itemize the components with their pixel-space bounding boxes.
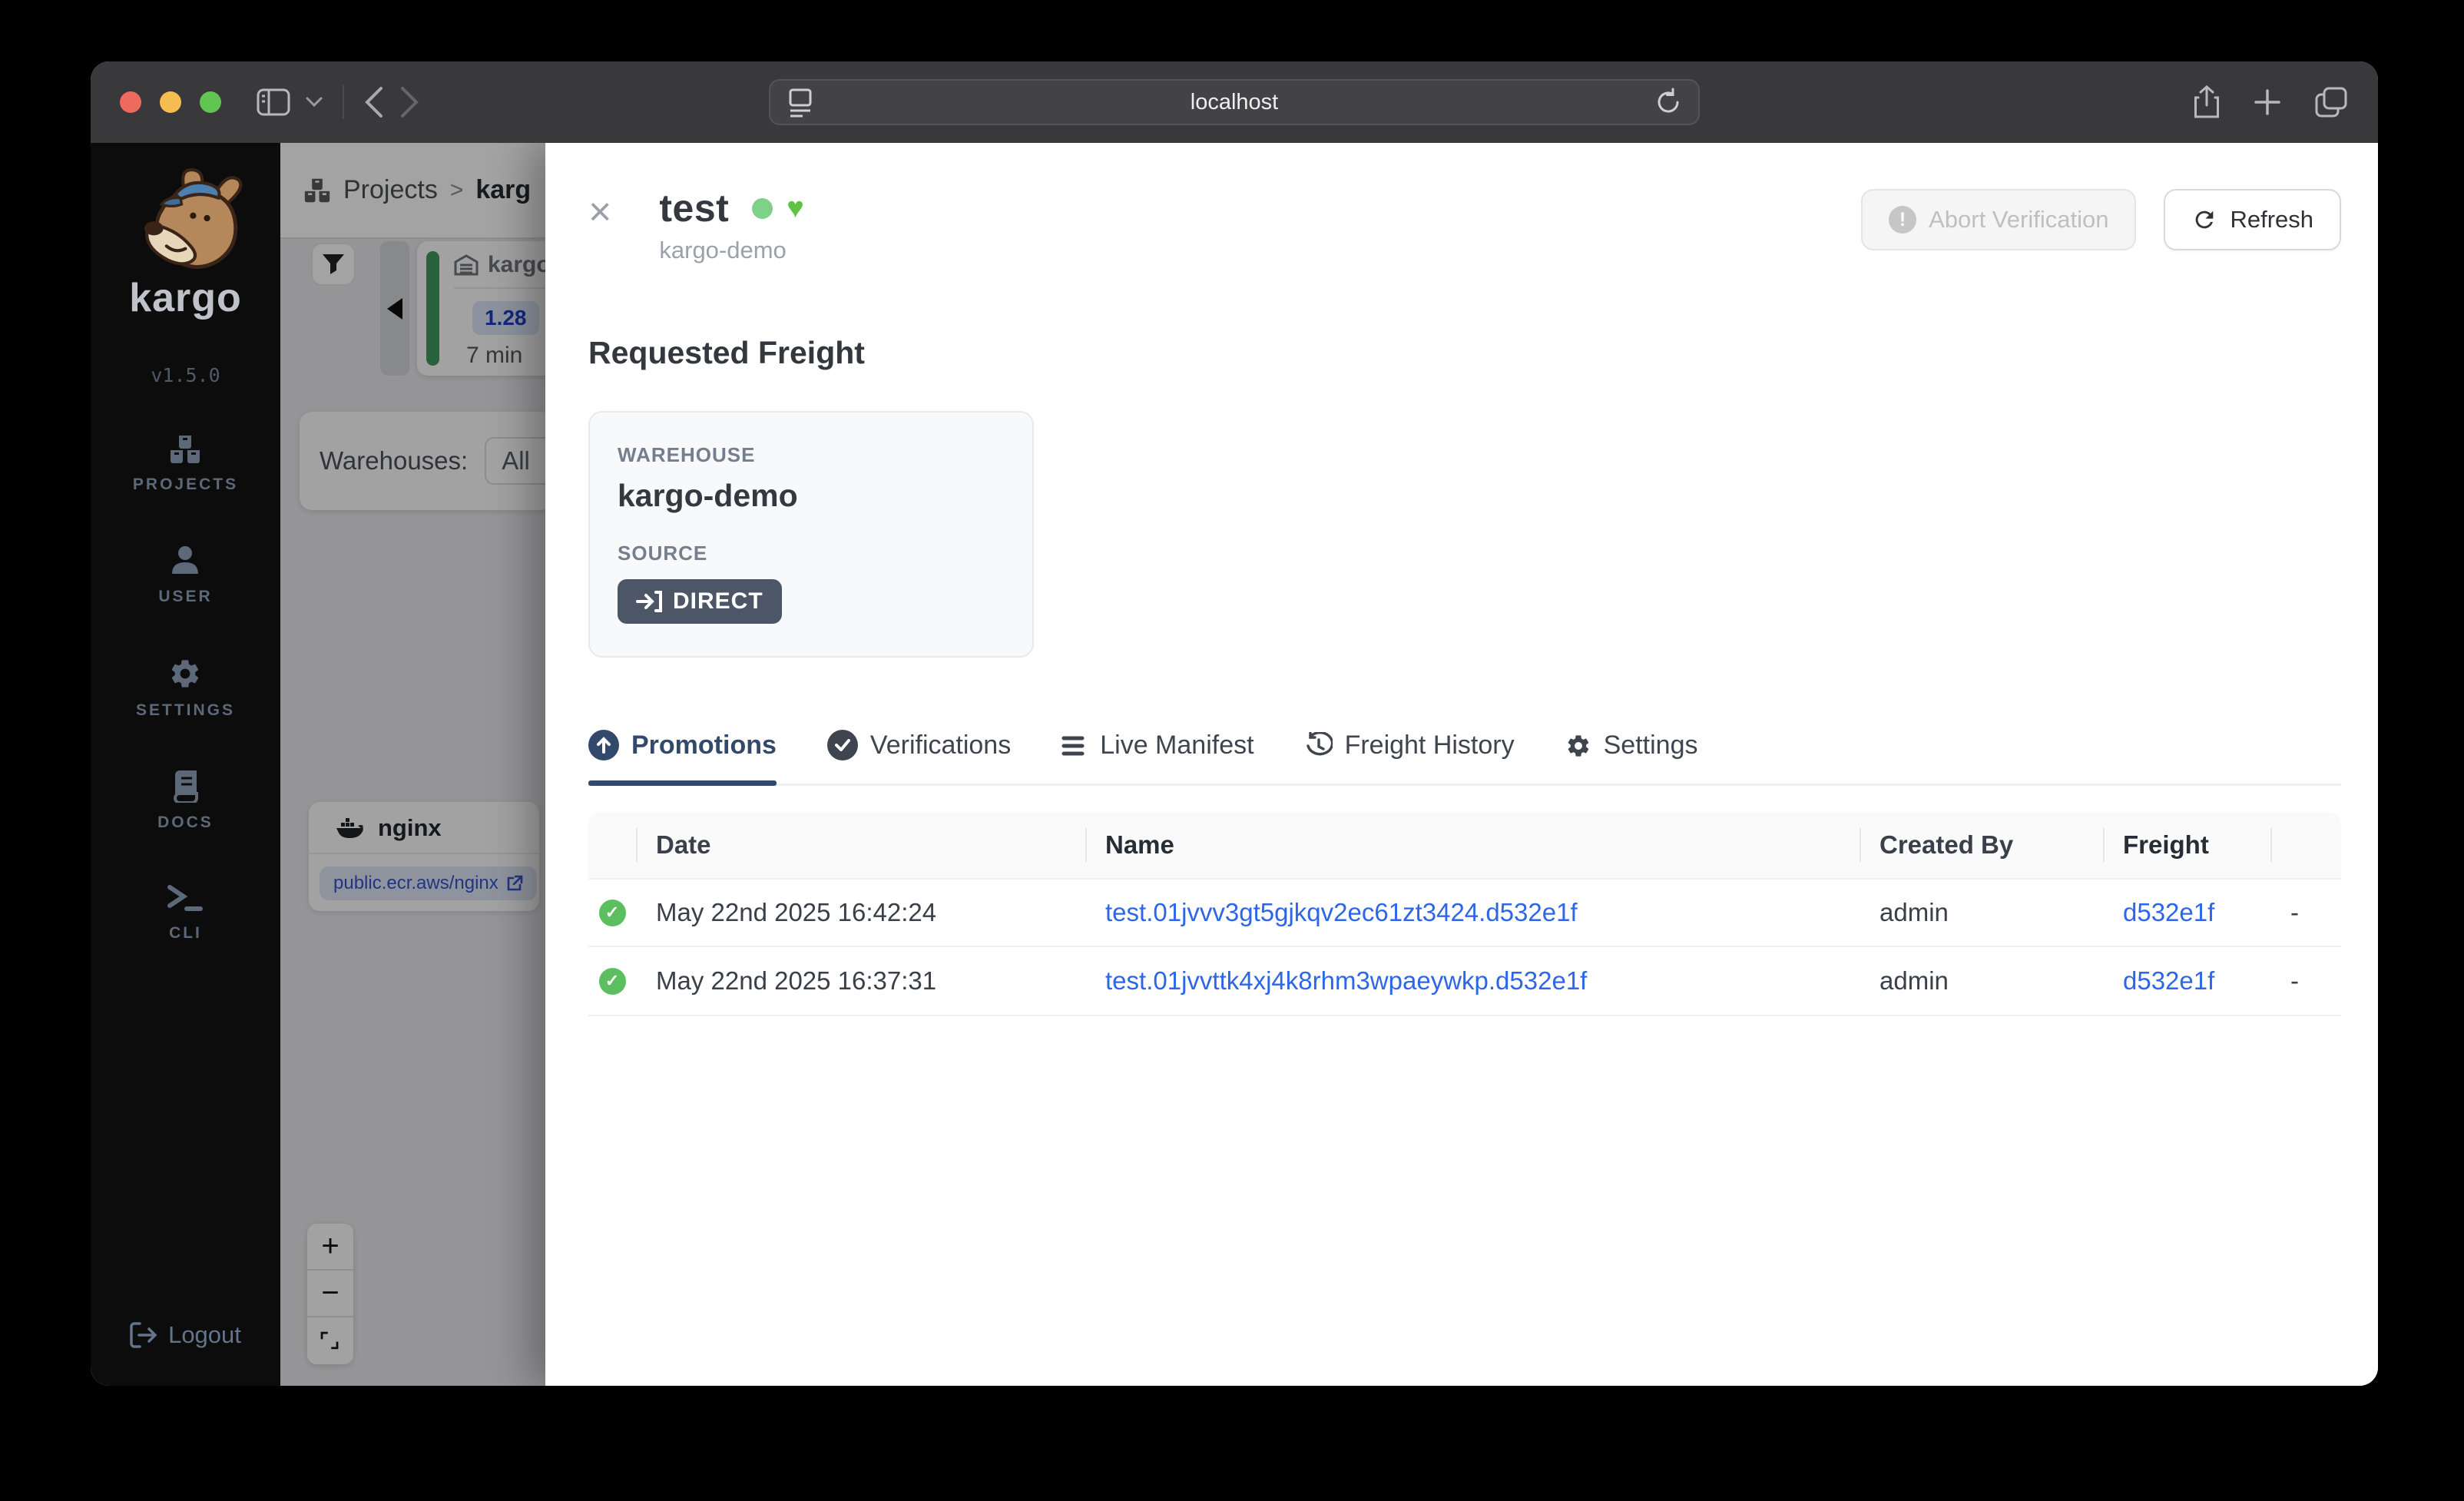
url-text: localhost — [813, 90, 1655, 115]
stage-details-drawer: × test ♥ kargo-demo ! Abort Verification — [545, 143, 2378, 1386]
tab-freight-history[interactable]: Freight History — [1305, 731, 1515, 784]
sidebar-item-settings[interactable]: SETTINGS — [136, 657, 235, 720]
refresh-label: Refresh — [2230, 206, 2313, 234]
sidebar-item-cli[interactable]: CLI — [167, 883, 204, 943]
requested-freight-heading: Requested Freight — [588, 335, 2341, 371]
gear-icon — [1565, 733, 1591, 759]
minimize-window-button[interactable] — [160, 91, 181, 113]
close-icon[interactable]: × — [588, 192, 611, 232]
tab-label: Promotions — [631, 731, 777, 760]
logout-icon — [130, 1322, 157, 1348]
gear-icon — [168, 657, 202, 691]
logout-button[interactable]: Logout — [130, 1321, 241, 1349]
user-icon — [169, 545, 201, 577]
freight-link[interactable]: d532e1f — [2123, 898, 2214, 926]
table-row[interactable]: ✓ May 22nd 2025 16:37:31 test.01jvvttk4x… — [588, 947, 2341, 1016]
tab-promotions[interactable]: Promotions — [588, 730, 777, 784]
sidebar-item-label: PROJECTS — [133, 475, 238, 494]
sidebar-item-label: DOCS — [157, 813, 214, 832]
sidebar-item-label: USER — [158, 588, 212, 606]
promotion-date: May 22nd 2025 16:37:31 — [636, 966, 1085, 996]
sidebar-item-user[interactable]: USER — [158, 545, 212, 606]
browser-window: localhost — [91, 61, 2378, 1386]
app-version: v1.5.0 — [151, 364, 220, 386]
back-button[interactable] — [364, 86, 384, 118]
promotion-extra: - — [2270, 966, 2340, 996]
check-circle-icon — [827, 730, 858, 760]
logout-label: Logout — [168, 1321, 241, 1349]
history-icon — [1305, 732, 1333, 760]
promotion-created-by: admin — [1860, 898, 2103, 927]
promotion-date: May 22nd 2025 16:42:24 — [636, 898, 1085, 927]
sidebar-item-docs[interactable]: DOCS — [157, 770, 214, 832]
warehouse-value: kargo-demo — [618, 478, 1005, 514]
app-sidebar: kargo v1.5.0 PROJECTS — [91, 143, 280, 1386]
page-proxy-icon[interactable] — [787, 87, 813, 118]
column-header-created-by: Created By — [1860, 830, 2103, 860]
reload-icon[interactable] — [1655, 88, 1681, 117]
tab-live-manifest[interactable]: Live Manifest — [1061, 731, 1254, 784]
new-tab-icon[interactable] — [2254, 88, 2281, 116]
browser-titlebar: localhost — [91, 61, 2378, 143]
promotion-extra: - — [2270, 898, 2340, 927]
promotion-name-link[interactable]: test.01jvvttk4xj4k8rhm3wpaeywkp.d532e1f — [1105, 966, 1587, 995]
freight-origin-card: WAREHOUSE kargo-demo SOURCE DIRECT — [588, 411, 1034, 658]
tab-label: Live Manifest — [1100, 731, 1254, 760]
tab-overview-icon[interactable] — [2315, 87, 2347, 118]
exclamation-circle-icon: ! — [1889, 206, 1916, 234]
direct-label: DIRECT — [673, 588, 763, 615]
promotions-table: Date Name Created By Freight ✓ May 22nd … — [588, 812, 2341, 1016]
sidebar-item-label: SETTINGS — [136, 701, 235, 720]
kargo-logo — [122, 164, 249, 280]
tab-label: Settings — [1604, 731, 1698, 760]
zoom-window-button[interactable] — [200, 91, 221, 113]
refresh-icon — [2191, 207, 2217, 233]
sidebar-item-label: CLI — [169, 924, 202, 943]
refresh-button[interactable]: Refresh — [2164, 189, 2341, 250]
kargo-wordmark: kargo — [129, 275, 242, 321]
table-row[interactable]: ✓ May 22nd 2025 16:42:24 test.01jvvv3gt5… — [588, 878, 2341, 947]
project-name: kargo-demo — [659, 237, 803, 264]
chevron-down-icon[interactable] — [306, 97, 323, 108]
column-header-date: Date — [636, 830, 1085, 860]
column-header-name: Name — [1085, 830, 1860, 860]
list-icon — [1061, 735, 1088, 757]
direct-source-badge: DIRECT — [618, 579, 782, 624]
tab-settings[interactable]: Settings — [1565, 731, 1698, 784]
stage-tabs: Promotions Verifications Live Manifest — [588, 730, 2341, 786]
tab-verifications[interactable]: Verifications — [827, 730, 1011, 784]
titlebar-divider — [343, 85, 344, 119]
login-arrow-icon — [636, 590, 662, 613]
sidebar-item-projects[interactable]: PROJECTS — [133, 434, 238, 494]
status-dot-icon — [752, 198, 773, 219]
column-header-freight: Freight — [2103, 830, 2270, 860]
terminal-icon — [167, 883, 204, 913]
address-bar[interactable]: localhost — [769, 79, 1700, 125]
sidebar-toggle-icon[interactable] — [257, 88, 290, 116]
tab-label: Verifications — [870, 731, 1011, 760]
freight-link[interactable]: d532e1f — [2123, 966, 2214, 995]
source-label: SOURCE — [618, 542, 1005, 565]
tab-label: Freight History — [1345, 731, 1515, 760]
share-icon[interactable] — [2194, 85, 2220, 119]
close-window-button[interactable] — [120, 91, 141, 113]
promotion-icon — [588, 730, 619, 760]
promotion-name-link[interactable]: test.01jvvv3gt5gjkqv2ec61zt3424.d532e1f — [1105, 898, 1578, 926]
projects-icon — [169, 434, 201, 465]
health-heart-icon: ♥ — [787, 194, 804, 223]
forward-button[interactable] — [399, 86, 419, 118]
success-check-icon: ✓ — [599, 968, 626, 995]
stage-title: test — [659, 186, 729, 230]
warehouse-label: WAREHOUSE — [618, 443, 1005, 467]
abort-verification-button[interactable]: ! Abort Verification — [1861, 189, 2136, 250]
promotion-created-by: admin — [1860, 966, 2103, 996]
traffic-lights — [120, 91, 221, 113]
book-icon — [169, 770, 201, 803]
success-check-icon: ✓ — [599, 900, 626, 926]
abort-verification-label: Abort Verification — [1929, 206, 2108, 234]
table-header-row: Date Name Created By Freight — [588, 812, 2341, 878]
